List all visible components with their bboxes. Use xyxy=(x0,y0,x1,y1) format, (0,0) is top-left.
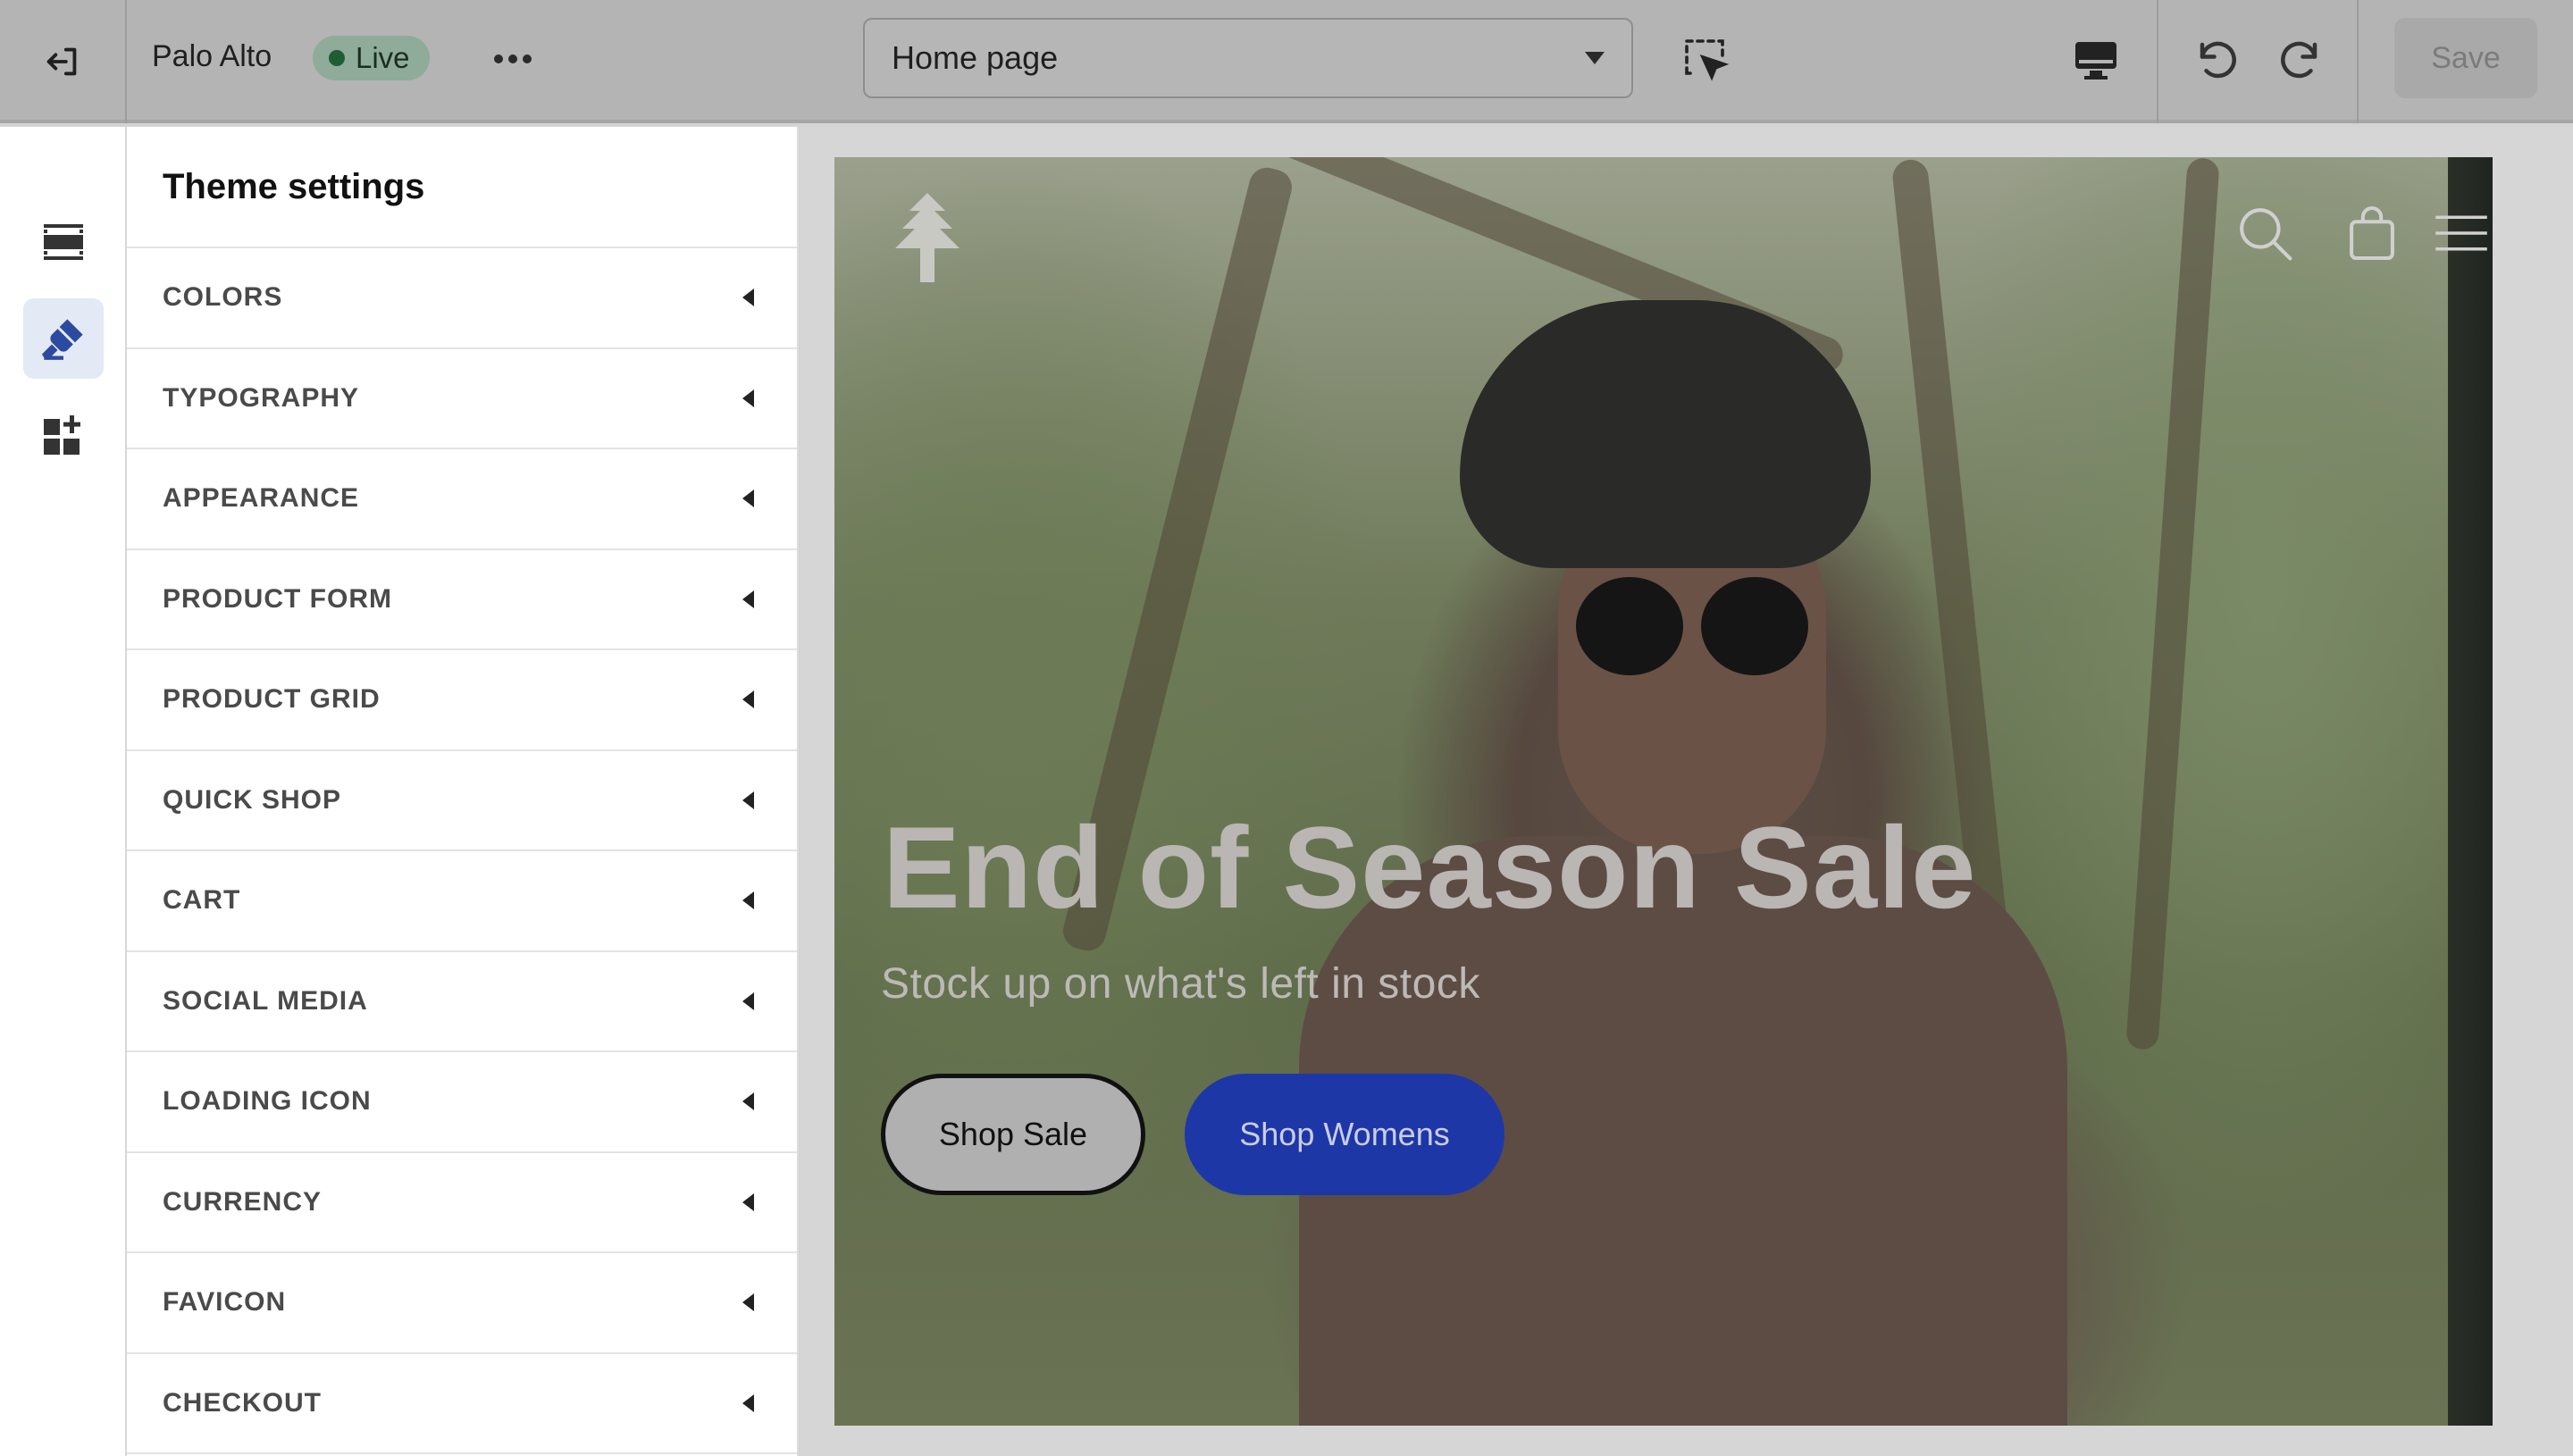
settings-item-colors[interactable]: COLORS xyxy=(127,248,797,349)
save-button[interactable]: Save xyxy=(2394,18,2537,98)
page-selector[interactable]: Home page xyxy=(863,18,1633,98)
status-badge-label: Live xyxy=(356,41,410,74)
sections-icon xyxy=(44,224,83,260)
more-dots-icon xyxy=(494,54,532,63)
toolbar-divider xyxy=(2357,0,2359,123)
theme-settings-panel: Theme settings COLORS TYPOGRAPHY APPEARA… xyxy=(127,127,799,1456)
chevron-down-icon xyxy=(1585,52,1605,64)
tree-logo-icon xyxy=(895,193,960,282)
settings-item-label: FAVICON xyxy=(163,1287,287,1318)
shop-sale-button[interactable]: Shop Sale xyxy=(881,1074,1145,1195)
apps-button[interactable] xyxy=(23,395,104,475)
live-dot-icon xyxy=(329,50,345,66)
settings-item-favicon[interactable]: FAVICON xyxy=(127,1253,797,1354)
caret-left-icon xyxy=(742,791,754,809)
sections-button[interactable] xyxy=(23,202,104,282)
theme-settings-button[interactable] xyxy=(23,298,104,379)
hero-title: End of Season Sale xyxy=(883,802,1977,933)
caret-left-icon xyxy=(742,490,754,508)
toolbar-divider xyxy=(2157,0,2158,123)
settings-item-label: CART xyxy=(163,885,241,916)
hero-photo-sunglasses xyxy=(1701,577,1808,675)
caret-left-icon xyxy=(742,389,754,407)
settings-item-checkout[interactable]: CHECKOUT xyxy=(127,1354,797,1454)
caret-left-icon xyxy=(742,1393,754,1412)
caret-left-icon xyxy=(742,891,754,910)
desktop-view-button[interactable] xyxy=(2069,34,2123,88)
undo-icon xyxy=(2200,41,2236,79)
caret-left-icon xyxy=(742,690,754,709)
settings-item-label: COLORS xyxy=(163,282,283,313)
settings-item-typography[interactable]: TYPOGRAPHY xyxy=(127,349,797,449)
apps-icon xyxy=(44,415,80,455)
settings-item-label: QUICK SHOP xyxy=(163,784,342,815)
store-menu-button[interactable] xyxy=(2430,202,2493,264)
exit-icon xyxy=(46,47,77,76)
settings-item-appearance[interactable]: APPEARANCE xyxy=(127,449,797,550)
hero-subtitle: Stock up on what's left in stock xyxy=(881,960,1480,1008)
more-actions-button[interactable] xyxy=(488,39,538,79)
settings-item-social-media[interactable]: SOCIAL MEDIA xyxy=(127,952,797,1052)
theme-settings-icon xyxy=(42,319,83,360)
desktop-icon xyxy=(2075,42,2116,79)
inspector-button[interactable] xyxy=(1680,34,1733,88)
exit-button[interactable] xyxy=(0,0,127,123)
undo-button[interactable] xyxy=(2189,32,2248,89)
search-icon xyxy=(2240,208,2292,261)
hero-photo-trunk xyxy=(2125,157,2220,1051)
settings-item-label: SOCIAL MEDIA xyxy=(163,985,368,1016)
settings-item-label: PRODUCT GRID xyxy=(163,684,381,715)
redo-button[interactable] xyxy=(2269,32,2328,89)
settings-item-label: PRODUCT FORM xyxy=(163,583,392,614)
settings-item-quick-shop[interactable]: QUICK SHOP xyxy=(127,751,797,851)
hero-photo-edge xyxy=(2448,157,2493,1426)
store-name: Palo Alto xyxy=(152,39,272,73)
settings-item-product-form[interactable]: PRODUCT FORM xyxy=(127,550,797,650)
page-selector-value: Home page xyxy=(892,39,1059,76)
status-badge: Live xyxy=(313,36,430,80)
store-search-button[interactable] xyxy=(2234,202,2296,264)
select-cursor-icon xyxy=(1685,39,1730,81)
caret-left-icon xyxy=(742,1092,754,1111)
store-logo[interactable] xyxy=(892,193,963,282)
settings-item-loading-icon[interactable]: LOADING ICON xyxy=(127,1052,797,1153)
caret-left-icon xyxy=(742,992,754,1010)
panel-title: Theme settings xyxy=(127,127,797,248)
redo-icon xyxy=(2281,41,2317,79)
top-bar: Palo Alto Live Home page Save xyxy=(0,0,2573,123)
left-rail xyxy=(0,127,127,1456)
settings-item-label: TYPOGRAPHY xyxy=(163,382,360,413)
caret-left-icon xyxy=(742,289,754,307)
settings-item-cart[interactable]: CART xyxy=(127,851,797,952)
settings-item-product-grid[interactable]: PRODUCT GRID xyxy=(127,650,797,751)
settings-item-label: CURRENCY xyxy=(163,1186,323,1217)
store-cart-button[interactable] xyxy=(2341,202,2403,264)
settings-item-currency[interactable]: CURRENCY xyxy=(127,1153,797,1253)
hero-banner[interactable]: End of Season Sale Stock up on what's le… xyxy=(834,157,2493,1426)
caret-left-icon xyxy=(742,1192,754,1211)
settings-item-label: CHECKOUT xyxy=(163,1387,322,1418)
caret-left-icon xyxy=(742,1293,754,1312)
shopping-bag-icon xyxy=(2350,206,2394,261)
caret-left-icon xyxy=(742,590,754,608)
shop-womens-button[interactable]: Shop Womens xyxy=(1185,1074,1504,1195)
hero-photo-sunglasses xyxy=(1576,577,1683,675)
hamburger-menu-icon xyxy=(2435,215,2487,251)
settings-item-label: LOADING ICON xyxy=(163,1086,372,1117)
settings-item-label: APPEARANCE xyxy=(163,483,360,514)
